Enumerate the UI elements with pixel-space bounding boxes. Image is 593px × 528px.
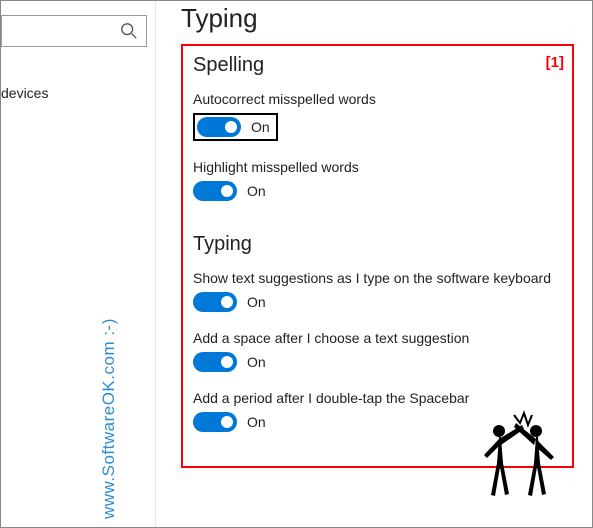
main-content: Typing [1] Spelling Autocorrect misspell… xyxy=(167,1,592,527)
setting-label: Add a space after I choose a text sugges… xyxy=(193,330,562,346)
setting-label: Highlight misspelled words xyxy=(193,159,562,175)
toggle-add-period[interactable] xyxy=(193,412,237,432)
setting-label: Autocorrect misspelled words xyxy=(193,91,562,107)
watermark-text: www.SoftwareOK.com :-) xyxy=(99,318,119,519)
toggle-state: On xyxy=(251,119,270,135)
toggle-knob xyxy=(221,185,233,197)
toggle-knob xyxy=(221,416,233,428)
toggle-knob xyxy=(221,296,233,308)
toggle-text-suggestions[interactable] xyxy=(193,292,237,312)
page-title: Typing xyxy=(181,3,574,34)
toggle-state: On xyxy=(247,414,266,430)
sidebar: devices xyxy=(1,1,156,527)
annotation-marker: [1] xyxy=(546,54,564,71)
search-input[interactable] xyxy=(1,15,147,47)
toggle-state: On xyxy=(247,354,266,370)
setting-label: Show text suggestions as I type on the s… xyxy=(193,270,562,286)
search-icon xyxy=(120,22,138,40)
section-heading-spelling: Spelling xyxy=(193,54,562,77)
sidebar-item-devices[interactable]: devices xyxy=(1,75,155,111)
toggle-state: On xyxy=(247,294,266,310)
toggle-state: On xyxy=(247,183,266,199)
setting-label: Add a period after I double-tap the Spac… xyxy=(193,390,562,406)
section-heading-typing: Typing xyxy=(193,233,562,256)
toggle-add-space[interactable] xyxy=(193,352,237,372)
toggle-autocorrect[interactable] xyxy=(197,117,241,137)
sidebar-item-label: devices xyxy=(1,85,48,101)
toggle-highlight-misspelled[interactable] xyxy=(193,181,237,201)
toggle-knob xyxy=(221,356,233,368)
highlighted-region: [1] Spelling Autocorrect misspelled word… xyxy=(181,44,574,468)
highlighted-toggle: On xyxy=(193,113,278,141)
toggle-knob xyxy=(225,121,237,133)
